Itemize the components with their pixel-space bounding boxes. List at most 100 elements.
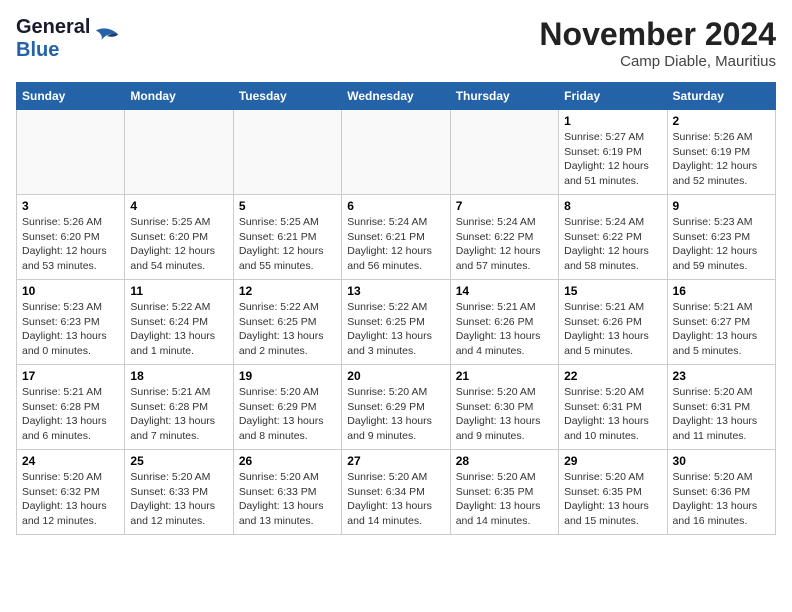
table-row: [125, 110, 233, 195]
day-info: Sunrise: 5:22 AMSunset: 6:24 PMDaylight:…: [130, 300, 227, 359]
day-number: 21: [456, 369, 553, 383]
day-info: Sunrise: 5:20 AMSunset: 6:29 PMDaylight:…: [347, 385, 444, 444]
table-row: 28 Sunrise: 5:20 AMSunset: 6:35 PMDayligh…: [450, 450, 558, 535]
table-row: [17, 110, 125, 195]
day-number: 1: [564, 114, 661, 128]
logo-general: General: [16, 16, 90, 39]
day-info: Sunrise: 5:23 AMSunset: 6:23 PMDaylight:…: [673, 215, 770, 274]
month-title: November 2024: [539, 16, 776, 53]
logo: General Blue: [16, 16, 122, 62]
table-row: 17Sunrise: 5:21 AMSunset: 6:28 PMDayligh…: [17, 365, 125, 450]
table-row: 14Sunrise: 5:21 AMSunset: 6:26 PMDayligh…: [450, 280, 558, 365]
table-row: 24 Sunrise: 5:20 AMSunset: 6:32 PMDayligh…: [17, 450, 125, 535]
col-tuesday: Tuesday: [233, 83, 341, 110]
logo: General Blue: [16, 16, 122, 62]
table-row: 20 Sunrise: 5:20 AMSunset: 6:29 PMDayligh…: [342, 365, 450, 450]
table-row: 5Sunrise: 5:25 AMSunset: 6:21 PMDaylight…: [233, 195, 341, 280]
day-number: 30: [673, 454, 770, 468]
day-number: 8: [564, 199, 661, 213]
day-info: Sunrise: 5:20 AMSunset: 6:32 PMDaylight:…: [22, 470, 119, 529]
logo-blue: Blue: [16, 39, 90, 62]
day-number: 23: [673, 369, 770, 383]
day-number: 15: [564, 284, 661, 298]
day-info: Sunrise: 5:21 AMSunset: 6:27 PMDaylight:…: [673, 300, 770, 359]
day-info: Sunrise: 5:21 AMSunset: 6:28 PMDaylight:…: [130, 385, 227, 444]
table-row: 4 Sunrise: 5:25 AMSunset: 6:20 PMDaylight…: [125, 195, 233, 280]
day-number: 5: [239, 199, 336, 213]
day-info: Sunrise: 5:20 AMSunset: 6:31 PMDaylight:…: [673, 385, 770, 444]
day-info: Sunrise: 5:20 AMSunset: 6:33 PMDaylight:…: [130, 470, 227, 529]
day-number: 3: [22, 199, 119, 213]
day-info: Sunrise: 5:20 AMSunset: 6:35 PMDaylight:…: [564, 470, 661, 529]
day-number: 11: [130, 284, 227, 298]
day-info: Sunrise: 5:26 AMSunset: 6:20 PMDaylight:…: [22, 215, 119, 274]
table-row: 9 Sunrise: 5:23 AMSunset: 6:23 PMDaylight…: [667, 195, 775, 280]
col-monday: Monday: [125, 83, 233, 110]
calendar-table: Sunday Monday Tuesday Wednesday Thursday…: [16, 82, 776, 535]
day-info: Sunrise: 5:23 AMSunset: 6:23 PMDaylight:…: [22, 300, 119, 359]
day-info: Sunrise: 5:20 AMSunset: 6:29 PMDaylight:…: [239, 385, 336, 444]
table-row: 21Sunrise: 5:20 AMSunset: 6:30 PMDayligh…: [450, 365, 558, 450]
calendar-week-row: 24 Sunrise: 5:20 AMSunset: 6:32 PMDayligh…: [17, 450, 776, 535]
day-number: 28: [456, 454, 553, 468]
logo-bird-icon: [94, 23, 122, 51]
table-row: 23 Sunrise: 5:20 AMSunset: 6:31 PMDayligh…: [667, 365, 775, 450]
day-info: Sunrise: 5:20 AMSunset: 6:34 PMDaylight:…: [347, 470, 444, 529]
table-row: 12Sunrise: 5:22 AMSunset: 6:25 PMDayligh…: [233, 280, 341, 365]
day-number: 26: [239, 454, 336, 468]
day-info: Sunrise: 5:24 AMSunset: 6:22 PMDaylight:…: [456, 215, 553, 274]
table-row: 11 Sunrise: 5:22 AMSunset: 6:24 PMDayligh…: [125, 280, 233, 365]
table-row: 29Sunrise: 5:20 AMSunset: 6:35 PMDayligh…: [559, 450, 667, 535]
day-info: Sunrise: 5:24 AMSunset: 6:21 PMDaylight:…: [347, 215, 444, 274]
table-row: 25 Sunrise: 5:20 AMSunset: 6:33 PMDayligh…: [125, 450, 233, 535]
table-row: [342, 110, 450, 195]
day-number: 25: [130, 454, 227, 468]
logo-text: General Blue: [16, 16, 90, 62]
calendar-week-row: 10Sunrise: 5:23 AMSunset: 6:23 PMDayligh…: [17, 280, 776, 365]
day-info: Sunrise: 5:20 AMSunset: 6:31 PMDaylight:…: [564, 385, 661, 444]
day-number: 18: [130, 369, 227, 383]
day-info: Sunrise: 5:21 AMSunset: 6:26 PMDaylight:…: [564, 300, 661, 359]
day-number: 7: [456, 199, 553, 213]
location-subtitle: Camp Diable, Mauritius: [539, 53, 776, 70]
day-number: 9: [673, 199, 770, 213]
table-row: 15 Sunrise: 5:21 AMSunset: 6:26 PMDayligh…: [559, 280, 667, 365]
day-number: 24: [22, 454, 119, 468]
day-info: Sunrise: 5:26 AMSunset: 6:19 PMDaylight:…: [673, 130, 770, 189]
day-info: Sunrise: 5:25 AMSunset: 6:20 PMDaylight:…: [130, 215, 227, 274]
day-info: Sunrise: 5:20 AMSunset: 6:33 PMDaylight:…: [239, 470, 336, 529]
table-row: [233, 110, 341, 195]
day-number: 16: [673, 284, 770, 298]
day-info: Sunrise: 5:21 AMSunset: 6:26 PMDaylight:…: [456, 300, 553, 359]
day-info: Sunrise: 5:20 AMSunset: 6:36 PMDaylight:…: [673, 470, 770, 529]
table-row: 16 Sunrise: 5:21 AMSunset: 6:27 PMDayligh…: [667, 280, 775, 365]
table-row: 13Sunrise: 5:22 AMSunset: 6:25 PMDayligh…: [342, 280, 450, 365]
day-number: 6: [347, 199, 444, 213]
day-number: 27: [347, 454, 444, 468]
table-row: 19 Sunrise: 5:20 AMSunset: 6:29 PMDayligh…: [233, 365, 341, 450]
table-row: 27 Sunrise: 5:20 AMSunset: 6:34 PMDayligh…: [342, 450, 450, 535]
day-number: 22: [564, 369, 661, 383]
table-row: 18 Sunrise: 5:21 AMSunset: 6:28 PMDayligh…: [125, 365, 233, 450]
col-wednesday: Wednesday: [342, 83, 450, 110]
table-row: 2 Sunrise: 5:26 AMSunset: 6:19 PMDaylight…: [667, 110, 775, 195]
day-number: 2: [673, 114, 770, 128]
calendar-week-row: 1Sunrise: 5:27 AMSunset: 6:19 PMDaylight…: [17, 110, 776, 195]
calendar-week-row: 17 Sunrise: 5:21 AMSunset: 6:28 PMDayligh…: [17, 365, 776, 450]
table-row: 26 Sunrise: 5:20 AMSunset: 6:33 PMDayligh…: [233, 450, 341, 535]
day-info: Sunrise: 5:20 AMSunset: 6:35 PMDaylight:…: [456, 470, 553, 529]
day-number: 12: [239, 284, 336, 298]
table-row: 7 Sunrise: 5:24 AMSunset: 6:22 PMDaylight…: [450, 195, 558, 280]
table-row: [450, 110, 558, 195]
day-number: 20: [347, 369, 444, 383]
day-number: 19: [239, 369, 336, 383]
day-info: Sunrise: 5:22 AMSunset: 6:25 PMDaylight:…: [347, 300, 444, 359]
page-header: General Blue November 2024 Camp Diable, …: [16, 16, 776, 70]
table-row: 10Sunrise: 5:23 AMSunset: 6:23 PMDayligh…: [17, 280, 125, 365]
col-sunday: Sunday: [17, 83, 125, 110]
day-number: 17: [22, 369, 119, 383]
col-friday: Friday: [559, 83, 667, 110]
table-row: 6 Sunrise: 5:24 AMSunset: 6:21 PMDaylight…: [342, 195, 450, 280]
table-row: 22 Sunrise: 5:20 AMSunset: 6:31 PMDayligh…: [559, 365, 667, 450]
day-number: 4: [130, 199, 227, 213]
